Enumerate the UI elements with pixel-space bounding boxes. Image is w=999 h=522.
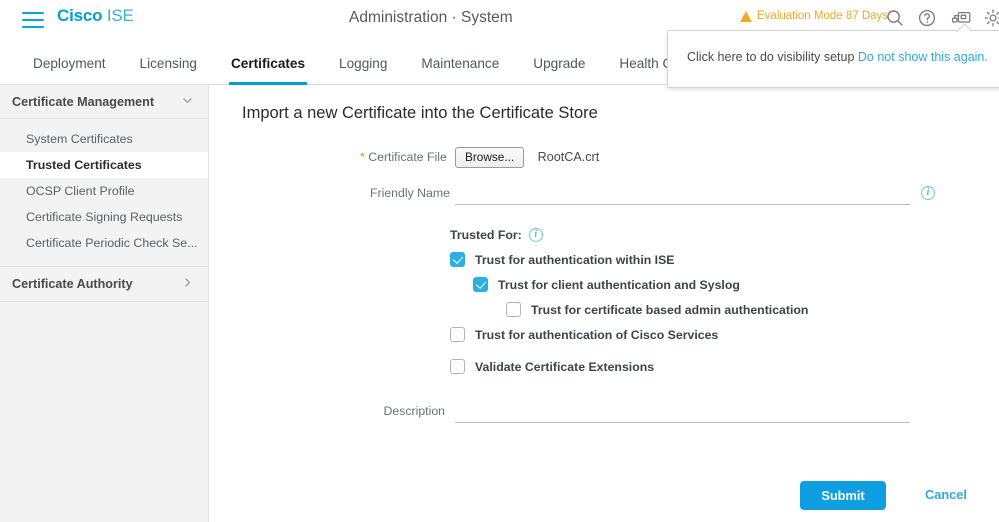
help-icon[interactable]	[917, 8, 937, 28]
sidebar-group-label: Certificate Authority	[12, 277, 133, 291]
checkbox-box[interactable]	[473, 277, 488, 292]
sidebar-item-trusted-certificates[interactable]: Trusted Certificates	[0, 152, 208, 178]
sidebar-item-label: Trusted Certificates	[26, 158, 142, 172]
required-asterisk: *	[360, 150, 365, 164]
sidebar-item-certificate-periodic-check[interactable]: Certificate Periodic Check Se...	[0, 230, 208, 256]
checkbox-trust-cert-based-admin-auth[interactable]: Trust for certificate based admin authen…	[506, 302, 808, 317]
tab-label: Licensing	[139, 55, 197, 71]
submit-button[interactable]: Submit	[800, 481, 886, 510]
checkbox-trust-auth-cisco-services[interactable]: Trust for authentication of Cisco Servic…	[450, 327, 718, 342]
tab-label: Maintenance	[421, 55, 500, 71]
sidebar-item-label: System Certificates	[26, 132, 133, 146]
checkbox-label: Trust for authentication within ISE	[475, 252, 675, 267]
tab-label: Certificates	[230, 55, 306, 71]
sidebar-item-list: System Certificates Trusted Certificates…	[0, 119, 208, 256]
sidebar-item-label: OCSP Client Profile	[26, 184, 135, 198]
checkbox-label: Trust for certificate based admin authen…	[531, 302, 809, 317]
trusted-for-label-text: Trusted For:	[450, 228, 522, 242]
description-row: Description	[383, 401, 910, 423]
chevron-right-icon	[181, 276, 194, 292]
tab-label: Upgrade	[533, 55, 586, 71]
evaluation-mode-badge[interactable]: Evaluation Mode 87 Days	[740, 10, 888, 22]
cancel-button[interactable]: Cancel	[925, 487, 967, 502]
brand-ise-text: ISE	[106, 6, 134, 25]
sidebar-group2-wrapper: Certificate Authority	[0, 266, 208, 302]
checkbox-validate-certificate-extensions[interactable]: Validate Certificate Extensions	[450, 359, 654, 374]
description-input[interactable]	[455, 401, 910, 423]
sidebar-item-label: Certificate Signing Requests	[26, 210, 183, 224]
warning-triangle-icon	[740, 10, 752, 22]
hamburger-line	[22, 25, 44, 28]
popup-message: Click here to do visibility setup Do not…	[687, 50, 988, 64]
checkbox-box[interactable]	[450, 327, 465, 342]
sidebar-group-certificate-management[interactable]: Certificate Management	[0, 85, 208, 119]
certificate-file-label: * Certificate File	[360, 147, 447, 167]
sidebar-item-certificate-signing-requests[interactable]: Certificate Signing Requests	[0, 204, 208, 230]
evaluation-mode-label: Evaluation Mode 87 Days	[757, 10, 889, 22]
tab-licensing[interactable]: Licensing	[123, 41, 214, 85]
trusted-for-info-icon[interactable]: i	[528, 228, 543, 242]
friendly-name-row: Friendly Name i	[370, 183, 935, 205]
tab-list: Deployment Licensing Certificates Loggin…	[16, 41, 739, 85]
hamburger-line	[22, 12, 44, 15]
search-icon[interactable]	[885, 8, 905, 28]
friendly-name-input[interactable]	[455, 183, 910, 205]
left-sidebar: Certificate Management System Certificat…	[0, 85, 209, 522]
checkbox-box[interactable]	[450, 359, 465, 374]
sidebar-item-system-certificates[interactable]: System Certificates	[0, 126, 208, 152]
popup-message-text: Click here to do visibility setup	[687, 50, 858, 64]
browse-file-control: Browse... RootCA.crt	[455, 147, 599, 168]
tab-label: Logging	[339, 55, 388, 71]
sidebar-item-ocsp-client-profile[interactable]: OCSP Client Profile	[0, 178, 208, 204]
checkbox-box[interactable]	[506, 302, 521, 317]
sidebar-group-label: Certificate Management	[12, 94, 155, 109]
page-title: Administration · System	[349, 9, 513, 26]
checkbox-label: Trust for client authentication and Sysl…	[498, 277, 740, 292]
tab-upgrade[interactable]: Upgrade	[516, 41, 602, 85]
visibility-setup-popup: Click here to do visibility setup Do not…	[667, 30, 999, 88]
hamburger-menu-icon[interactable]	[22, 12, 44, 28]
do-not-show-again-link[interactable]: Do not show this again.	[858, 50, 988, 64]
tab-label: Health C	[619, 55, 673, 71]
cisco-ise-logo[interactable]: Cisco ISE	[57, 6, 134, 26]
friendly-name-label: Friendly Name	[370, 186, 450, 200]
settings-gear-icon[interactable]	[983, 8, 999, 28]
checkbox-trust-client-auth-syslog[interactable]: Trust for client authentication and Sysl…	[473, 277, 740, 292]
checkbox-label: Trust for authentication of Cisco Servic…	[475, 327, 719, 342]
page-heading: Import a new Certificate into the Certif…	[242, 104, 598, 122]
selected-filename: RootCA.crt	[537, 150, 600, 164]
tab-deployment[interactable]: Deployment	[16, 41, 123, 85]
checkbox-trust-auth-within-ise[interactable]: Trust for authentication within ISE	[450, 252, 675, 267]
chevron-down-icon	[181, 94, 194, 110]
tab-logging[interactable]: Logging	[322, 41, 404, 85]
popup-arrow	[956, 23, 972, 32]
ise-admin-page: Cisco ISE Administration · System Evalua…	[0, 0, 999, 522]
brand-cisco-text: Cisco	[57, 6, 103, 25]
checkbox-box[interactable]	[450, 252, 465, 267]
tab-label: Deployment	[33, 55, 106, 71]
friendly-name-info-icon[interactable]: i	[921, 186, 935, 200]
checkbox-label: Validate Certificate Extensions	[475, 359, 655, 374]
browse-button[interactable]: Browse...	[455, 147, 525, 168]
certificate-file-row: * Certificate File Browse... RootCA.crt	[360, 147, 599, 168]
sidebar-group-certificate-authority[interactable]: Certificate Authority	[0, 267, 208, 301]
trusted-for-section-label: Trusted For: i	[450, 228, 543, 242]
description-label: Description	[383, 404, 445, 418]
sidebar-item-label: Certificate Periodic Check Se...	[26, 236, 198, 250]
certificate-file-label-text: Certificate File	[368, 150, 447, 164]
tab-maintenance[interactable]: Maintenance	[404, 41, 516, 85]
tab-certificates[interactable]: Certificates	[214, 41, 322, 85]
hamburger-line	[22, 18, 44, 22]
